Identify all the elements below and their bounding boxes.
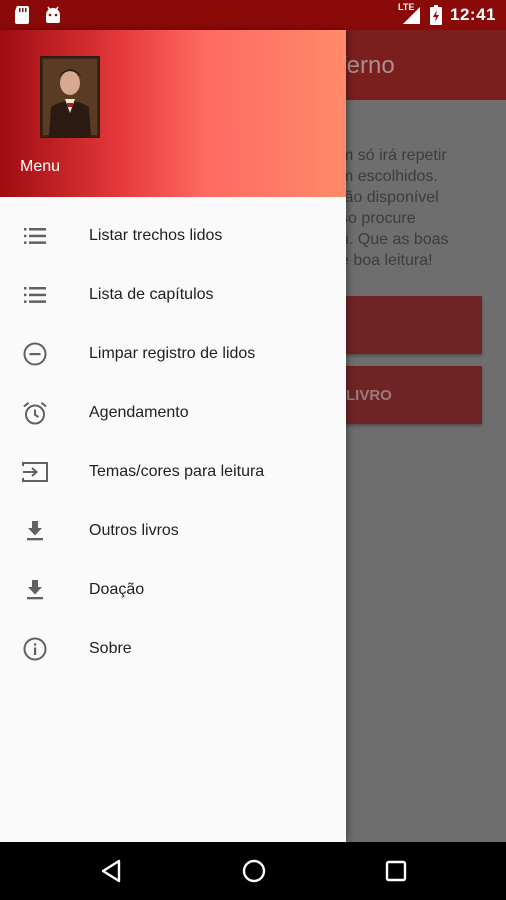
sd-card-icon [15, 6, 29, 24]
android-icon [46, 6, 60, 23]
background-text: m só irá repetir m escolhidos. tão dispo… [340, 145, 505, 271]
status-bar-system: LTE 12:41 [398, 2, 496, 25]
signal-icon: LTE [398, 2, 422, 25]
background-title: ferno [340, 52, 395, 79]
list-icon [24, 228, 46, 244]
menu-item-lista-de-capitulos[interactable]: Lista de capítulos [0, 266, 346, 325]
menu-item-agendamento[interactable]: Agendamento [0, 384, 346, 443]
recents-icon[interactable] [381, 856, 411, 886]
menu-item-label: Listar trechos lidos [89, 227, 223, 244]
drawer-header-label: Menu [20, 158, 61, 175]
background-text-line: m escolhidos. [340, 168, 438, 185]
remove-circle-icon [23, 342, 47, 366]
menu-item-label: Limpar registro de lidos [89, 345, 256, 362]
clock: 12:41 [450, 5, 496, 24]
navigation-drawer: Menu Listar trechos lidos Lista de capít… [0, 30, 346, 842]
menu-item-sobre[interactable]: Sobre [0, 620, 346, 679]
drawer-header: Menu [0, 30, 346, 197]
network-type: LTE [398, 2, 415, 12]
battery-icon [430, 5, 443, 25]
menu-item-label: Sobre [89, 640, 132, 657]
menu-item-listar-trechos-lidos[interactable]: Listar trechos lidos [0, 207, 346, 266]
menu-item-outros-livros[interactable]: Outros livros [0, 502, 346, 561]
status-bar-notifications [14, 6, 62, 24]
download-icon [27, 580, 43, 600]
home-icon[interactable] [239, 856, 269, 886]
menu-item-label: Agendamento [89, 404, 189, 421]
background-button-2: LIVRO [340, 366, 482, 424]
background-button-1 [340, 296, 482, 354]
menu-item-limpar-registro[interactable]: Limpar registro de lidos [0, 325, 346, 384]
alarm-icon [23, 402, 47, 425]
back-icon[interactable] [97, 856, 127, 886]
background-text-line: tão disponível [340, 189, 439, 206]
list-icon [24, 287, 46, 303]
download-icon [27, 521, 43, 541]
background-button-2-label: LIVRO [346, 387, 392, 404]
system-nav-bar [0, 842, 506, 900]
background-text-line: m só irá repetir [340, 147, 447, 164]
menu-item-label: Temas/cores para leitura [89, 463, 265, 480]
menu-item-label: Lista de capítulos [89, 286, 214, 303]
background-text-line: so procure [340, 210, 416, 227]
background-text-line: e boa leitura! [340, 252, 433, 269]
drawer-menu: Listar trechos lidos Lista de capítulos … [0, 207, 346, 679]
menu-item-label: Outros livros [89, 522, 179, 539]
author-portrait [40, 56, 100, 138]
menu-item-temas-cores[interactable]: Temas/cores para leitura [0, 443, 346, 502]
input-icon [22, 462, 48, 482]
menu-item-doacao[interactable]: Doação [0, 561, 346, 620]
info-icon [23, 637, 47, 661]
background-text-line: u. Que as boas [340, 231, 449, 248]
status-bar: LTE 12:41 [0, 0, 506, 30]
menu-item-label: Doação [89, 581, 145, 598]
